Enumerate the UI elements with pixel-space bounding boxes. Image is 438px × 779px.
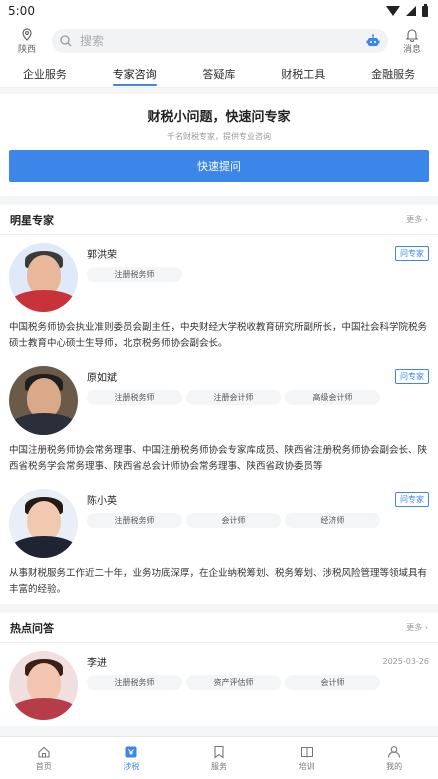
more-experts-link[interactable]: 更多 ›	[406, 214, 428, 225]
expert-description: 从事财税服务工作近二十年，业务功底深厚，在企业纳税筹划、税务筹划、涉税风险管理等…	[9, 568, 428, 595]
expert-description: 中国注册税务师协会常务理事、中国注册税务师协会专家库成员、陕西省注册税务师协会副…	[9, 445, 428, 472]
expert-name: 陈小英	[87, 496, 117, 507]
qualification-tag: 会计师	[285, 675, 380, 690]
qualification-tag: 会计师	[186, 513, 281, 528]
nav-home[interactable]: 首页	[14, 745, 74, 772]
expert-description: 中国税务师协会执业准则委员会副主任，中央财经大学税收教育研究所副所长，中国社会科…	[9, 322, 428, 349]
quick-ask-panel: 财税小问题，快速问专家 千名财税专家，提供专业咨询 快速提问	[0, 94, 438, 196]
user-icon	[388, 745, 401, 758]
bottom-navigation: 首页 涉税 服务 培训 我的	[0, 736, 438, 779]
status-bar: 5:00	[0, 0, 438, 22]
search-icon	[60, 35, 72, 47]
hot-qa-section: 热点问答 更多 › 李进 2025-03-26 注册税务师 资产评估师 会计师	[0, 613, 438, 726]
nav-label: 涉税	[123, 761, 140, 771]
avatar	[9, 651, 78, 720]
qa-item[interactable]: 李进 2025-03-26 注册税务师 资产评估师 会计师	[0, 643, 438, 726]
qualification-tag: 注册税务师	[87, 513, 182, 528]
expert-card[interactable]: 郭洪荣 问专家 注册税务师 中国税务师协会执业准则委员会副主任，中央财经大学税收…	[0, 235, 438, 358]
location-label: 陕西	[17, 44, 36, 55]
ask-expert-button[interactable]: 问专家	[395, 246, 429, 261]
star-experts-section: 明星专家 更多 › 郭洪荣 问专家 注册税务师 中国税务师协会执业准则委员会副主…	[0, 205, 438, 604]
messages-button[interactable]: 消息	[396, 28, 428, 55]
tab-expert-consult[interactable]: 专家咨询	[112, 60, 157, 88]
ask-expert-button[interactable]: 问专家	[395, 492, 429, 507]
location-selector[interactable]: 陕西	[10, 27, 44, 55]
top-header: 陕西 消息	[0, 22, 438, 60]
section-title: 明星专家	[10, 213, 54, 227]
avatar	[9, 243, 78, 312]
quick-ask-button[interactable]: 快速提问	[9, 150, 429, 182]
qualification-tag: 注册税务师	[87, 267, 182, 282]
tax-icon	[125, 746, 137, 757]
qualification-tag: 经济师	[285, 513, 380, 528]
signal-icon	[406, 6, 416, 16]
qualification-tag: 注册税务师	[87, 675, 182, 690]
home-icon	[38, 746, 50, 758]
section-title: 热点问答	[10, 621, 54, 635]
more-qa-link[interactable]: 更多 ›	[406, 622, 428, 633]
category-tabs: 企业服务 专家咨询 答疑库 财税工具 金融服务	[0, 60, 438, 88]
search-bar[interactable]	[52, 29, 388, 53]
ask-subtitle: 千名财税专家，提供专业咨询	[167, 132, 271, 141]
nav-service[interactable]: 服务	[189, 745, 249, 772]
expert-name: 郭洪荣	[87, 250, 117, 261]
avatar	[9, 366, 78, 435]
qualification-tag: 高级会计师	[285, 390, 380, 405]
section-header: 明星专家 更多 ›	[0, 205, 438, 235]
book-icon	[300, 746, 313, 758]
qualification-tag: 注册会计师	[186, 390, 281, 405]
section-header: 热点问答 更多 ›	[0, 613, 438, 643]
messages-label: 消息	[402, 44, 421, 55]
qa-date: 2025-03-26	[382, 657, 430, 666]
tab-qa-library[interactable]: 答疑库	[202, 60, 235, 88]
avatar	[9, 489, 78, 558]
nav-training[interactable]: 培训	[277, 745, 337, 772]
ask-expert-button[interactable]: 问专家	[395, 369, 429, 384]
nav-label: 服务	[210, 761, 227, 771]
tab-enterprise-services[interactable]: 企业服务	[23, 60, 67, 88]
search-input[interactable]	[80, 34, 358, 48]
status-time: 5:00	[8, 4, 35, 18]
page: 5:00 陕西 搜索 消息 企业服务 专家咨询 答疑库 财税工具 金融服务 财税…	[0, 0, 438, 779]
nav-label: 首页	[35, 761, 52, 771]
nav-label: 我的	[386, 761, 403, 771]
tab-tax-tools[interactable]: 财税工具	[281, 60, 325, 88]
bell-icon	[405, 28, 419, 42]
expert-card[interactable]: 原如斌 问专家 注册税务师 注册会计师 高级会计师 中国注册税务师协会常务理事、…	[0, 358, 438, 481]
qualification-tag: 资产评估师	[186, 675, 281, 690]
expert-name: 李进	[87, 658, 107, 669]
location-pin-icon	[22, 27, 32, 41]
nav-mine[interactable]: 我的	[364, 745, 424, 772]
robot-assistant-icon[interactable]	[366, 34, 380, 48]
qualification-tag: 注册税务师	[87, 390, 182, 405]
ask-title: 财税小问题，快速问专家	[147, 110, 291, 125]
tab-financial-services[interactable]: 金融服务	[371, 60, 415, 88]
bookmark-icon	[214, 745, 224, 759]
expert-name: 原如斌	[87, 373, 117, 384]
nav-tax[interactable]: 涉税	[101, 745, 161, 772]
nav-label: 培训	[298, 761, 315, 771]
expert-card[interactable]: 陈小英 问专家 注册税务师 会计师 经济师 从事财税服务工作近二十年，业务功底深…	[0, 481, 438, 604]
battery-icon	[422, 3, 428, 17]
wifi-icon	[386, 6, 400, 16]
